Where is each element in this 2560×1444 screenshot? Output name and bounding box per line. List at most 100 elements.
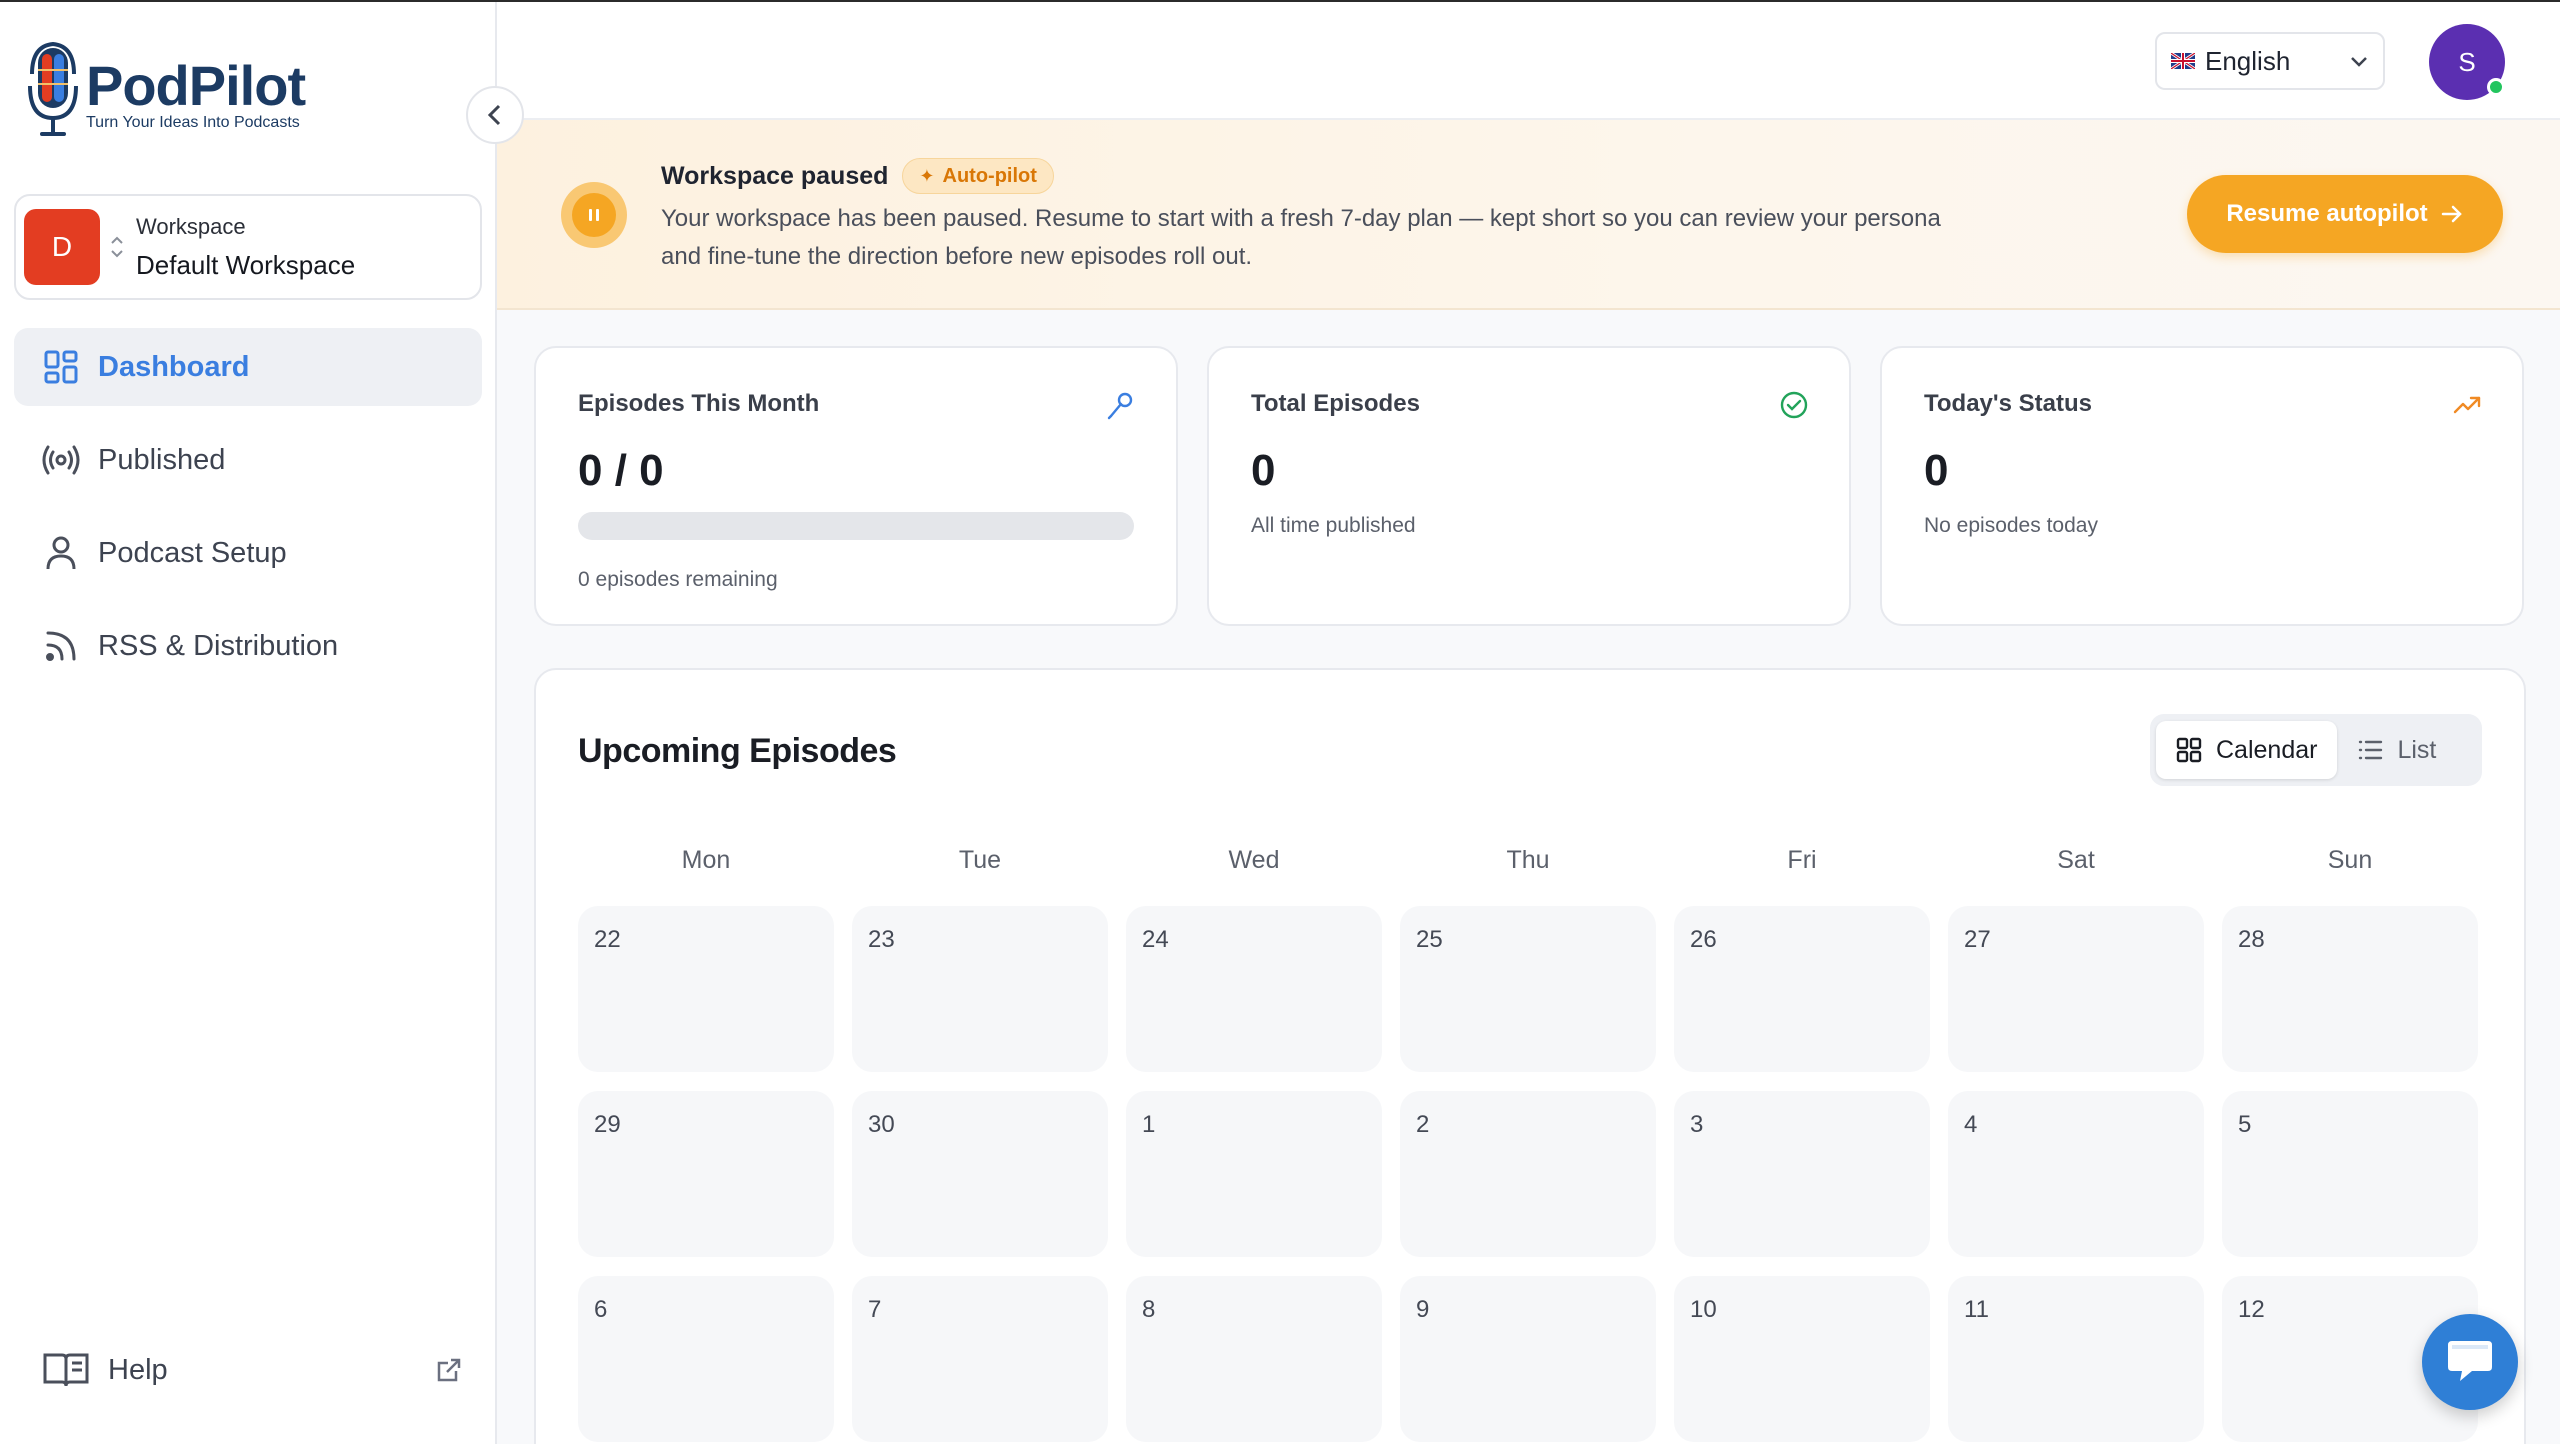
- calendar-day-cell[interactable]: 4: [1948, 1091, 2204, 1257]
- calendar-day-number: 1: [1142, 1111, 1156, 1138]
- weekday-header: Sat: [2057, 846, 2095, 874]
- calendar-day-cell[interactable]: 10: [1674, 1276, 1930, 1442]
- calendar-day-number: 8: [1142, 1296, 1156, 1323]
- calendar-day-cell[interactable]: 23: [852, 906, 1108, 1072]
- calendar-day-number: 27: [1964, 926, 1991, 953]
- language-value: English: [2205, 45, 2291, 76]
- calendar-day-number: 9: [1416, 1296, 1430, 1323]
- sidebar: PodPilot Turn Your Ideas Into Podcasts D…: [0, 2, 497, 1444]
- sidebar-item-label: Dashboard: [98, 350, 250, 383]
- chevron-down-icon: [2351, 57, 2367, 67]
- stat-sub: No episodes today: [1924, 514, 2098, 537]
- language-select[interactable]: English: [2155, 32, 2385, 90]
- calendar-day-cell[interactable]: 26: [1674, 906, 1930, 1072]
- calendar-day-cell[interactable]: 11: [1948, 1276, 2204, 1442]
- user-icon: [42, 534, 80, 572]
- autopilot-badge: ✦ Auto-pilot: [902, 158, 1054, 194]
- workspace-switcher[interactable]: D Workspace Default Workspace: [14, 194, 482, 300]
- stat-value: 0: [1251, 446, 1276, 495]
- sidebar-nav: Dashboard Published Podcast Setup RSS & …: [14, 328, 482, 700]
- stat-title: Total Episodes: [1251, 390, 1420, 417]
- calendar-day-number: 4: [1964, 1111, 1978, 1138]
- stat-card-episodes-this-month: Episodes This Month 0 / 0 0 episodes rem…: [534, 346, 1178, 626]
- calendar-day-cell[interactable]: 29: [578, 1091, 834, 1257]
- calendar-day-cell[interactable]: 8: [1126, 1276, 1382, 1442]
- stat-card-todays-status: Today's Status 0 No episodes today: [1880, 346, 2524, 626]
- brand-logo[interactable]: PodPilot Turn Your Ideas Into Podcasts: [26, 40, 306, 140]
- top-header: English S: [497, 2, 2560, 120]
- calendar-day-number: 26: [1690, 926, 1717, 953]
- calendar-day-cell[interactable]: 9: [1400, 1276, 1656, 1442]
- stat-title: Today's Status: [1924, 390, 2092, 417]
- paused-banner: Workspace paused ✦ Auto-pilot Your works…: [497, 120, 2560, 310]
- trending-up-icon: [2453, 396, 2481, 414]
- microphone-icon: [1107, 392, 1133, 420]
- chat-support-button[interactable]: [2422, 1314, 2518, 1410]
- calendar-day-cell[interactable]: 3: [1674, 1091, 1930, 1257]
- resume-autopilot-button[interactable]: Resume autopilot: [2187, 175, 2503, 253]
- calendar-day-number: 24: [1142, 926, 1169, 953]
- calendar-day-number: 2: [1416, 1111, 1430, 1138]
- calendar-day-cell[interactable]: 22: [578, 906, 834, 1072]
- sidebar-item-label: Published: [98, 443, 226, 476]
- sidebar-item-podcast-setup[interactable]: Podcast Setup: [14, 514, 482, 592]
- calendar-view-button[interactable]: Calendar: [2156, 721, 2338, 779]
- weekday-header: Tue: [958, 846, 1002, 874]
- calendar-day-cell[interactable]: 2: [1400, 1091, 1656, 1257]
- banner-description: Your workspace has been paused. Resume t…: [661, 205, 1941, 270]
- calendar-day-number: 3: [1690, 1111, 1704, 1138]
- weekday-header: Mon: [681, 846, 731, 874]
- book-open-icon: [43, 1353, 89, 1387]
- window-top-border: [0, 0, 2560, 2]
- list-icon: [2359, 740, 2383, 760]
- calendar-day-cell[interactable]: 7: [852, 1276, 1108, 1442]
- stat-title: Episodes This Month: [578, 390, 820, 417]
- calendar-day-number: 28: [2238, 926, 2265, 953]
- weekday-header: Fri: [1787, 846, 1817, 874]
- calendar-day-cell[interactable]: 5: [2222, 1091, 2478, 1257]
- calendar-day-cell[interactable]: 1: [1126, 1091, 1382, 1257]
- calendar-day-cell[interactable]: 25: [1400, 906, 1656, 1072]
- monthly-progress-bar: [578, 512, 1134, 540]
- brand-name: PodPilot: [86, 54, 306, 117]
- banner-title: Workspace paused: [661, 161, 889, 190]
- calendar-day-number: 10: [1690, 1296, 1717, 1323]
- collapse-sidebar-button[interactable]: [466, 86, 524, 144]
- grid-icon: [2176, 737, 2202, 763]
- workspace-avatar: D: [24, 209, 100, 285]
- chevron-left-icon: [487, 104, 501, 126]
- check-circle-icon: [1780, 391, 1808, 419]
- calendar-day-cell[interactable]: 28: [2222, 906, 2478, 1072]
- online-status-dot: [2487, 78, 2505, 96]
- calendar-day-number: 30: [868, 1111, 895, 1138]
- sidebar-item-dashboard[interactable]: Dashboard: [14, 328, 482, 406]
- sidebar-item-rss-distribution[interactable]: RSS & Distribution: [14, 607, 482, 685]
- calendar-day-cell[interactable]: 30: [852, 1091, 1108, 1257]
- calendar-day-cell[interactable]: 24: [1126, 906, 1382, 1072]
- pause-icon: [561, 182, 627, 248]
- panel-title: Upcoming Episodes: [578, 732, 897, 770]
- weekday-header: Thu: [1506, 846, 1550, 874]
- autopilot-badge-label: Auto-pilot: [942, 164, 1037, 187]
- calendar-day-number: 25: [1416, 926, 1443, 953]
- sidebar-item-label: Podcast Setup: [98, 536, 287, 569]
- resume-autopilot-label: Resume autopilot: [2226, 200, 2428, 227]
- stat-sub: All time published: [1251, 514, 1416, 537]
- help-link[interactable]: Help: [42, 1350, 462, 1390]
- calendar-day-number: 11: [1964, 1296, 1989, 1323]
- calendar-day-cell[interactable]: 27: [1948, 906, 2204, 1072]
- help-label: Help: [108, 1353, 168, 1386]
- grid-icon: [42, 348, 80, 386]
- calendar-day-number: 29: [594, 1111, 621, 1138]
- list-view-button[interactable]: List: [2337, 721, 2456, 779]
- external-link-icon: [437, 1358, 461, 1382]
- sidebar-item-label: RSS & Distribution: [98, 629, 339, 662]
- user-avatar[interactable]: S: [2429, 24, 2505, 100]
- sparkle-icon: ✦: [919, 165, 935, 186]
- calendar-day-cell[interactable]: 6: [578, 1276, 834, 1442]
- stat-sub: 0 episodes remaining: [578, 568, 778, 591]
- upcoming-episodes-panel: Upcoming Episodes Calendar List Mon Tue We…: [534, 668, 2526, 1444]
- rss-icon: [42, 627, 80, 665]
- brand-tagline: Turn Your Ideas Into Podcasts: [86, 114, 300, 131]
- sidebar-item-published[interactable]: Published: [14, 421, 482, 499]
